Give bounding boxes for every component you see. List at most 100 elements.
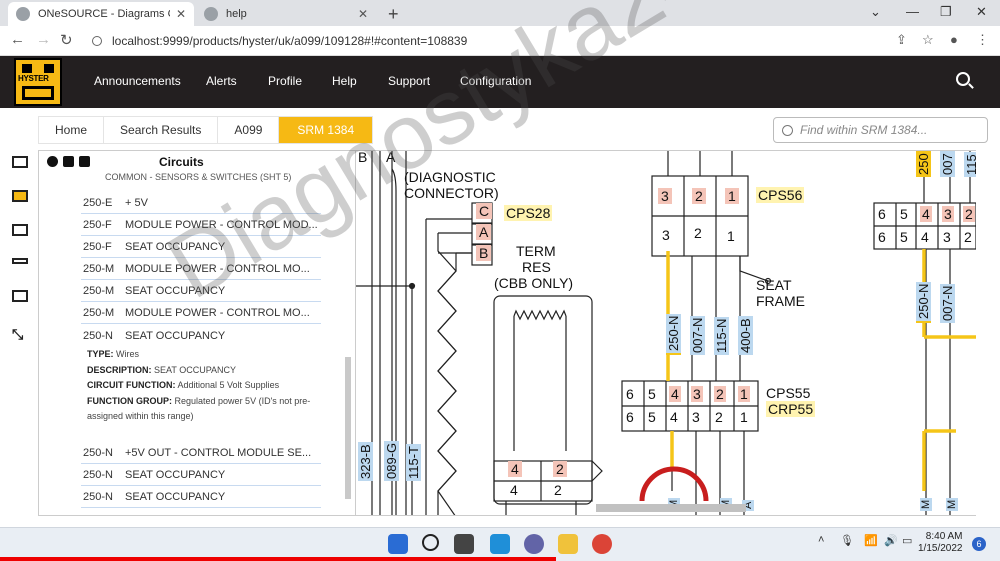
close-window-icon[interactable]: ✕: [976, 4, 987, 20]
chrome-icon[interactable]: [592, 534, 612, 554]
circuit-desc: MODULE POWER - CONTROL MO...: [125, 263, 310, 275]
list-item[interactable]: 250-N +5V OUT - CONTROL MODULE SE...: [81, 443, 321, 464]
menu-profile[interactable]: Profile: [268, 74, 302, 88]
task-view-icon[interactable]: [454, 534, 474, 554]
bookmark-star-icon[interactable]: ☆: [922, 32, 934, 48]
microphone-icon[interactable]: 🎙: [840, 534, 854, 547]
pin-label: 6: [626, 409, 634, 425]
circuit-desc: MODULE POWER - CONTROL MO...: [125, 307, 310, 319]
diagram-horizontal-scrollbar[interactable]: [596, 504, 746, 512]
wire-label: 115-T: [406, 444, 421, 481]
document-icon[interactable]: [63, 156, 74, 167]
list-item[interactable]: 250-N SEAT OCCUPANCY: [81, 465, 321, 486]
pin-label: A: [476, 224, 492, 240]
circuit-desc: +5V OUT - CONTROL MODULE SE...: [125, 447, 312, 459]
list-item[interactable]: 250-M SEAT OCCUPANCY: [81, 281, 321, 302]
menu-configuration[interactable]: Configuration: [460, 74, 531, 88]
list-item[interactable]: 250-E + 5V: [81, 193, 321, 214]
circuit-code: 250-N: [83, 491, 113, 503]
search-icon[interactable]: [956, 72, 970, 86]
circuits-panel: Circuits COMMON - SENSORS & SWITCHES (SH…: [38, 150, 356, 516]
term-res-label: TERM: [516, 243, 556, 259]
expand-icon[interactable]: ⤡: [12, 327, 28, 341]
kebab-menu-icon[interactable]: ⋮: [976, 32, 989, 48]
chevron-up-icon[interactable]: ˄: [818, 534, 824, 546]
pin-label: 2: [963, 206, 975, 222]
start-icon[interactable]: [388, 534, 408, 554]
menu-help[interactable]: Help: [332, 74, 357, 88]
circuit-code: 250-N: [83, 329, 113, 342]
widgets-icon[interactable]: [490, 534, 510, 554]
pin-label: 4: [921, 229, 929, 245]
breadcrumb-home[interactable]: Home: [39, 117, 105, 143]
monitor-icon[interactable]: [12, 156, 28, 168]
wifi-icon[interactable]: 📶: [864, 534, 878, 547]
circuit-desc: SEAT OCCUPANCY: [125, 241, 226, 253]
list-item[interactable]: 250-M MODULE POWER - CONTROL MO...: [81, 303, 321, 324]
notification-badge[interactable]: 6: [972, 537, 986, 551]
panel-title: Circuits: [159, 155, 204, 169]
favicon-icon: [16, 7, 30, 21]
reload-icon[interactable]: ↻: [60, 31, 73, 49]
circuit-icon[interactable]: [12, 190, 28, 202]
wiring-diagram[interactable]: B A (DIAGNOSTIC CONNECTOR) C A B CPS28 T…: [356, 150, 976, 516]
tab-help[interactable]: help ✕: [196, 2, 376, 26]
panel-scrollbar[interactable]: [345, 357, 351, 499]
circuit-desc: SEAT OCCUPANCY: [125, 329, 226, 342]
detail-type-label: TYPE:: [87, 349, 114, 359]
file-explorer-icon[interactable]: [558, 534, 578, 554]
detail-type: Wires: [116, 349, 140, 359]
breadcrumb-a099[interactable]: A099: [218, 117, 280, 143]
site-info-icon[interactable]: [92, 36, 102, 46]
list-item[interactable]: 250-F MODULE POWER - CONTROL MOD...: [81, 215, 321, 236]
url-text: localhost:9999/products/hyster/uk/a099/1…: [112, 34, 468, 48]
connector-label-crp55: CRP55: [766, 401, 816, 417]
close-tab-icon[interactable]: ✕: [176, 7, 186, 21]
hyster-logo[interactable]: HYSTER: [14, 58, 62, 106]
list-item[interactable]: 250-N SEAT OCCUPANCY: [81, 487, 321, 508]
clock[interactable]: 8:40 AM 1/15/2022: [918, 531, 963, 555]
pin-label: 3: [658, 188, 672, 204]
profile-icon[interactable]: ●: [950, 32, 958, 47]
connector-icon[interactable]: [12, 258, 28, 264]
chat-icon[interactable]: [524, 534, 544, 554]
folder-icon[interactable]: [12, 224, 28, 236]
list-item[interactable]: 250-F SEAT OCCUPANCY: [81, 237, 321, 258]
list-item[interactable]: 250-M MODULE POWER - CONTROL MO...: [81, 259, 321, 280]
detail-func: Additional 5 Volt Supplies: [177, 380, 280, 390]
connector-label-cps55: CPS55: [766, 385, 811, 401]
wire-label: 089-G: [384, 440, 399, 481]
pin-label: 4: [669, 386, 681, 402]
wire-label: 115-N: [714, 316, 729, 355]
circuit-code: 250-M: [83, 285, 115, 297]
pin-label: 4: [920, 206, 932, 222]
breadcrumb-search-results[interactable]: Search Results: [104, 117, 219, 143]
search-taskbar-icon[interactable]: [422, 534, 439, 551]
pin-label: 2: [715, 409, 723, 425]
url-field[interactable]: localhost:9999/products/hyster/uk/a099/1…: [80, 30, 880, 52]
print-icon[interactable]: [12, 290, 28, 302]
collapse-icon[interactable]: [79, 156, 90, 167]
restore-icon[interactable]: ❐: [940, 4, 952, 20]
battery-icon[interactable]: ▭: [902, 534, 912, 547]
list-item-selected[interactable]: 250-N SEAT OCCUPANCY: [81, 325, 321, 346]
menu-alerts[interactable]: Alerts: [206, 74, 237, 88]
tab-onesource[interactable]: ONeSOURCE - Diagrams Catalog ✕: [8, 2, 194, 26]
wire-label: 250-N: [916, 281, 931, 323]
breadcrumb-srm[interactable]: SRM 1384: [279, 117, 373, 143]
pin-label: 2: [554, 482, 562, 498]
share-icon[interactable]: ⇪: [896, 32, 907, 48]
forward-icon[interactable]: →: [36, 31, 51, 48]
new-tab-button[interactable]: +: [388, 4, 399, 25]
info-icon[interactable]: [47, 156, 58, 167]
find-within-input[interactable]: Find within SRM 1384...: [773, 117, 988, 143]
menu-announcements[interactable]: Announcements: [94, 74, 181, 88]
tab-search-icon[interactable]: ⌄: [870, 4, 881, 20]
globe-icon: [204, 7, 218, 21]
back-icon[interactable]: ←: [10, 31, 25, 48]
menu-support[interactable]: Support: [388, 74, 430, 88]
pin-label: 5: [900, 206, 908, 222]
volume-icon[interactable]: 🔊: [884, 534, 898, 547]
close-tab-icon[interactable]: ✕: [358, 7, 368, 21]
minimize-icon[interactable]: —: [906, 4, 919, 19]
